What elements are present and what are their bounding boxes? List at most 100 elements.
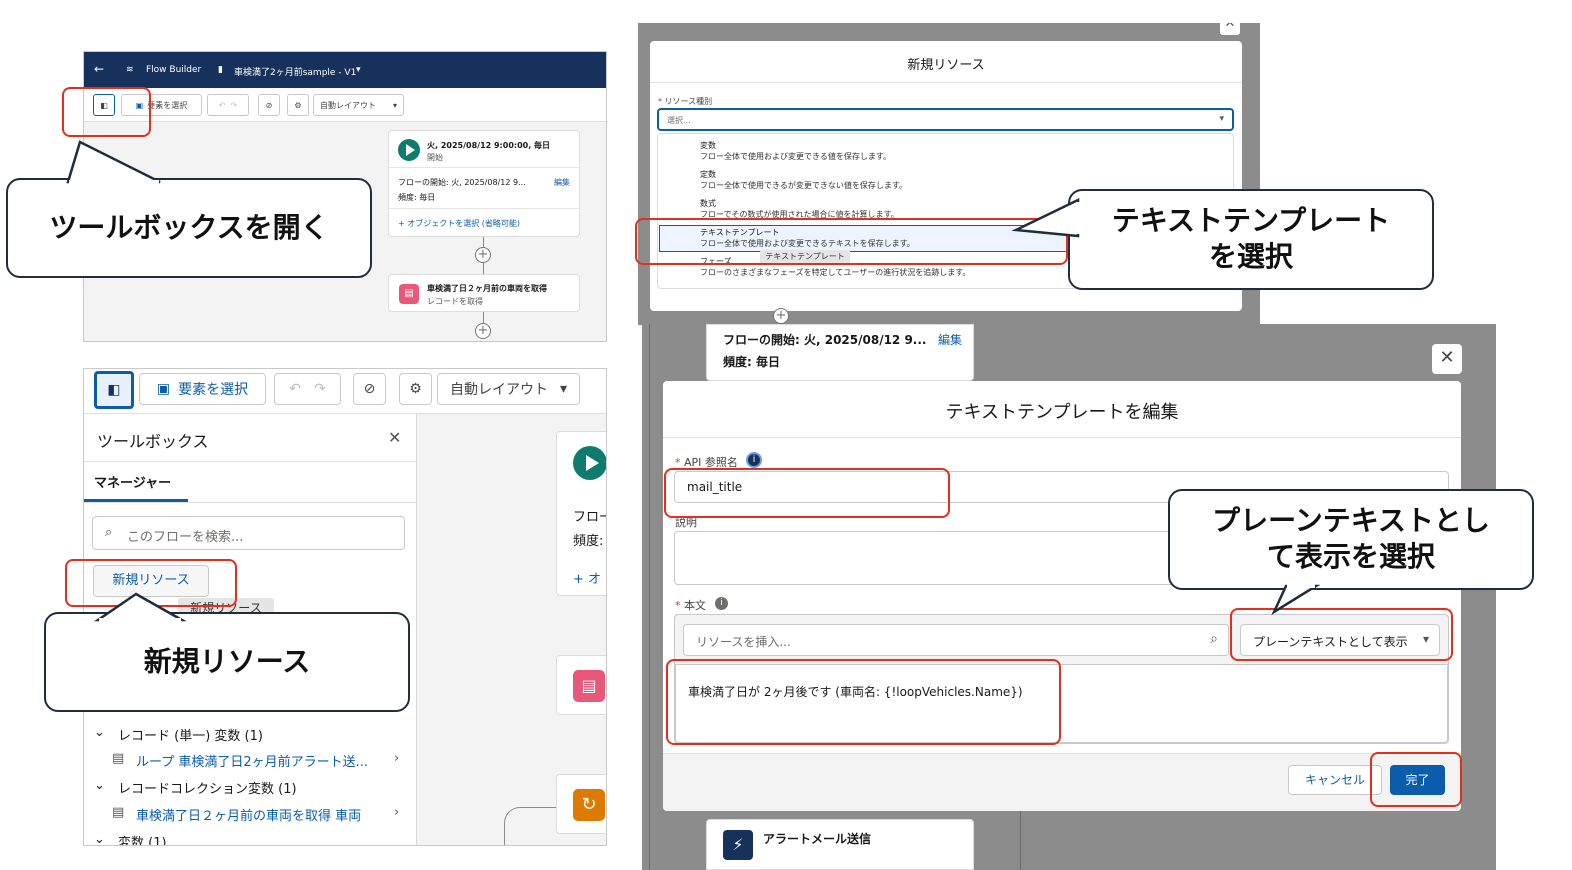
start-label: 開始 bbox=[427, 153, 443, 162]
undo-icon[interactable]: ↶ bbox=[289, 381, 301, 397]
action-icon: ⚡ bbox=[723, 830, 753, 860]
toolbox-toggle-button[interactable]: ◧ bbox=[94, 371, 134, 409]
flow-start-text: フローの開始: 火, 2025/08/12 9... bbox=[398, 178, 526, 187]
callout-select-text-template: テキストテンプレート を選択 bbox=[1068, 189, 1434, 290]
edit-link[interactable]: 編集 bbox=[554, 177, 570, 188]
settings-button[interactable]: ⚙ bbox=[287, 94, 309, 116]
resource-item-loop[interactable]: ループ 車検満了日2ヶ月前アラート送... bbox=[136, 751, 368, 770]
play-icon bbox=[398, 139, 420, 161]
tab-manager[interactable]: マネージャー bbox=[94, 472, 171, 491]
info-icon[interactable]: i bbox=[746, 452, 762, 468]
chevron-down-icon[interactable]: ⌄ bbox=[94, 832, 105, 845]
modal-title: 新規リソース bbox=[907, 58, 985, 73]
section-record-collection[interactable]: レコードコレクション変数 (1) bbox=[118, 778, 297, 797]
layout-dropdown[interactable]: 自動レイアウト ▾ bbox=[313, 94, 404, 116]
flow-start-fragment: フロー bbox=[573, 510, 606, 525]
add-element-plus-icon[interactable]: + bbox=[773, 308, 789, 324]
gear-icon: ⚙ bbox=[294, 100, 302, 110]
get-records-title: 車検満了日２ヶ月前の車両を取得 bbox=[427, 284, 547, 293]
search-placeholder: このフローを検索... bbox=[127, 530, 244, 545]
callout-tail bbox=[1271, 584, 1321, 616]
search-icon: ⌕ bbox=[105, 525, 113, 540]
background-start-card: フローの開始: 火, 2025/08/12 9... 編集 頻度: 毎日 bbox=[706, 324, 974, 381]
option-formula[interactable]: 数式 フローでその数式が使用された場合に値を計算します。 bbox=[700, 198, 899, 220]
chevron-down-icon: ▾ bbox=[559, 381, 567, 397]
document-icon: ▮ bbox=[218, 65, 223, 75]
select-elements-label: 要素を選択 bbox=[147, 100, 188, 110]
send-alert-email-title: アラートメール送信 bbox=[763, 832, 872, 846]
toolbox-title: ツールボックス bbox=[97, 432, 209, 451]
add-object-fragment[interactable]: + オ bbox=[573, 568, 601, 587]
search-icon: ⌕ bbox=[1210, 631, 1218, 647]
edit-text-template-modal: テキストテンプレートを編集 * API 参照名 i mail_title 説明 … bbox=[663, 381, 1461, 811]
highlight-body-text bbox=[666, 659, 1061, 745]
insert-placeholder: リソースを挿入... bbox=[696, 635, 791, 649]
resource-type-select[interactable]: 選択... ▾ bbox=[657, 108, 1234, 131]
callout-open-toolbox: ツールボックスを開く bbox=[6, 178, 372, 278]
select-placeholder: 選択... bbox=[667, 116, 691, 125]
record-icon: ▤ bbox=[112, 805, 125, 820]
callout-tail bbox=[66, 140, 161, 184]
chevron-right-icon[interactable]: › bbox=[394, 751, 399, 766]
schedule-text: 火, 2025/08/12 9:00:00, 毎日 bbox=[427, 141, 551, 150]
block-icon: ⊘ bbox=[363, 381, 376, 397]
section-record-variable[interactable]: レコード (単一) 変数 (1) bbox=[118, 725, 263, 744]
info-icon[interactable]: i bbox=[715, 597, 728, 610]
gear-icon: ⚙ bbox=[409, 381, 422, 397]
debug-button[interactable]: ⊘ bbox=[258, 94, 280, 116]
select-elements-button[interactable]: ▣ 要素を選択 bbox=[139, 373, 266, 405]
loop-card[interactable]: ↻ bbox=[556, 774, 606, 834]
add-element-plus-icon[interactable]: + bbox=[475, 247, 491, 263]
undo-redo-group[interactable]: ↶ ↷ bbox=[207, 94, 249, 116]
cancel-button[interactable]: キャンセル bbox=[1288, 765, 1382, 795]
get-records-card[interactable]: ▤ bbox=[556, 655, 606, 715]
frequency-text: 頻度: 毎日 bbox=[398, 193, 436, 202]
get-records-icon: ▤ bbox=[399, 284, 419, 304]
record-icon: ▤ bbox=[112, 751, 125, 766]
highlight-done-button bbox=[1370, 752, 1462, 807]
start-element-card[interactable]: フロー 頻度: + オ bbox=[556, 431, 606, 596]
flow-name[interactable]: 車検満了2ヶ月前sample - V1 bbox=[234, 65, 356, 78]
close-icon[interactable]: ✕ bbox=[1220, 23, 1240, 35]
close-icon[interactable]: ✕ bbox=[1432, 344, 1462, 374]
option-constant[interactable]: 定数 フロー全体で使用できるが変更できない値を保存します。 bbox=[700, 169, 907, 191]
settings-button[interactable]: ⚙ bbox=[399, 373, 432, 405]
undo-icon[interactable]: ↶ bbox=[219, 101, 226, 110]
section-variable[interactable]: 変数 (1) bbox=[118, 832, 167, 845]
redo-icon[interactable]: ↷ bbox=[231, 101, 238, 110]
highlight-api-name bbox=[664, 468, 950, 518]
option-variable[interactable]: 変数 フロー全体で使用および変更できる値を保存します。 bbox=[700, 140, 891, 162]
play-icon bbox=[573, 446, 606, 480]
chevron-right-icon[interactable]: › bbox=[394, 805, 399, 820]
add-element-plus-icon[interactable]: + bbox=[475, 323, 491, 339]
chevron-down-icon[interactable]: ⌄ bbox=[94, 778, 105, 793]
resource-type-label: * リソース種別 bbox=[658, 97, 713, 106]
layout-label: 自動レイアウト bbox=[450, 382, 548, 398]
close-icon[interactable]: ✕ bbox=[388, 428, 401, 447]
app-header: ← ≋ Flow Builder ▮ 車検満了2ヶ月前sample - V1 ▾ bbox=[84, 52, 606, 88]
debug-button[interactable]: ⊘ bbox=[353, 373, 386, 405]
callout-tail bbox=[1012, 198, 1080, 238]
redo-icon[interactable]: ↷ bbox=[314, 381, 326, 397]
edit-link[interactable]: 編集 bbox=[938, 331, 962, 348]
search-input[interactable]: ⌕ このフローを検索... bbox=[92, 516, 405, 550]
add-object-link[interactable]: + オブジェクトを選択 (省略可能) bbox=[398, 218, 520, 229]
flow-start-text: フローの開始: 火, 2025/08/12 9... bbox=[723, 333, 927, 347]
connector-line bbox=[504, 807, 556, 845]
resource-item-get-records[interactable]: 車検満了日２ヶ月前の車両を取得 車両 bbox=[136, 805, 361, 824]
get-records-subtitle: レコードを取得 bbox=[427, 297, 483, 306]
insert-resource-input[interactable]: リソースを挿入... ⌕ bbox=[683, 624, 1229, 656]
get-records-card[interactable]: ▤ 車検満了日２ヶ月前の車両を取得 レコードを取得 bbox=[388, 274, 580, 312]
highlight-toolbox-toggle bbox=[62, 87, 151, 137]
chevron-down-icon[interactable]: ⌄ bbox=[94, 725, 105, 740]
back-icon[interactable]: ← bbox=[94, 62, 104, 76]
highlight-text-template-option bbox=[635, 218, 1068, 265]
layout-dropdown[interactable]: 自動レイアウト ▾ bbox=[437, 373, 580, 405]
send-alert-email-card[interactable]: ⚡ アラートメール送信 bbox=[706, 819, 974, 870]
body-label: * 本文 bbox=[675, 599, 706, 612]
chevron-down-icon[interactable]: ▾ bbox=[356, 65, 361, 75]
start-element-card[interactable]: 火, 2025/08/12 9:00:00, 毎日 開始 フローの開始: 火, … bbox=[388, 130, 580, 237]
block-icon: ⊘ bbox=[265, 100, 273, 110]
undo-redo-group[interactable]: ↶ ↷ bbox=[274, 373, 341, 405]
chevron-down-icon: ▾ bbox=[1219, 114, 1224, 124]
